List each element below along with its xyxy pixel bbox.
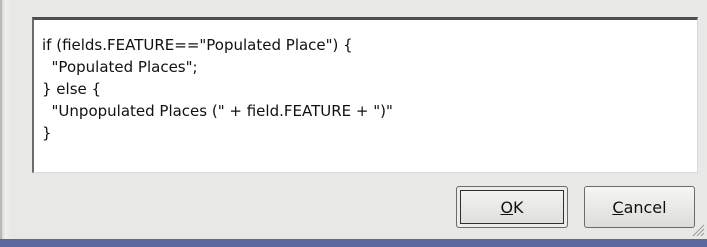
ok-button[interactable]: OK (456, 186, 568, 228)
code-line: } else { (42, 80, 102, 98)
cancel-mnemonic: C (612, 197, 624, 217)
cancel-label-rest: ancel (623, 197, 667, 217)
expression-editor[interactable]: if (fields.FEATURE=="Populated Place") {… (32, 17, 698, 173)
desktop-background-strip (0, 239, 707, 247)
ok-button-label: OK (500, 198, 523, 217)
resize-grip-icon[interactable] (691, 223, 705, 237)
dialog-left-edge (2, 0, 11, 247)
cancel-button-label: Cancel (612, 198, 666, 217)
cancel-button[interactable]: Cancel (584, 186, 695, 228)
ok-mnemonic: O (500, 197, 514, 217)
code-line: if (fields.FEATURE=="Populated Place") { (42, 36, 353, 54)
code-line: "Unpopulated Places (" + field.FEATURE +… (42, 102, 393, 120)
code-line: } (42, 124, 52, 142)
ok-label-rest: K (513, 197, 524, 217)
dialog-window: if (fields.FEATURE=="Populated Place") {… (0, 0, 707, 247)
code-line: "Populated Places"; (42, 58, 198, 76)
